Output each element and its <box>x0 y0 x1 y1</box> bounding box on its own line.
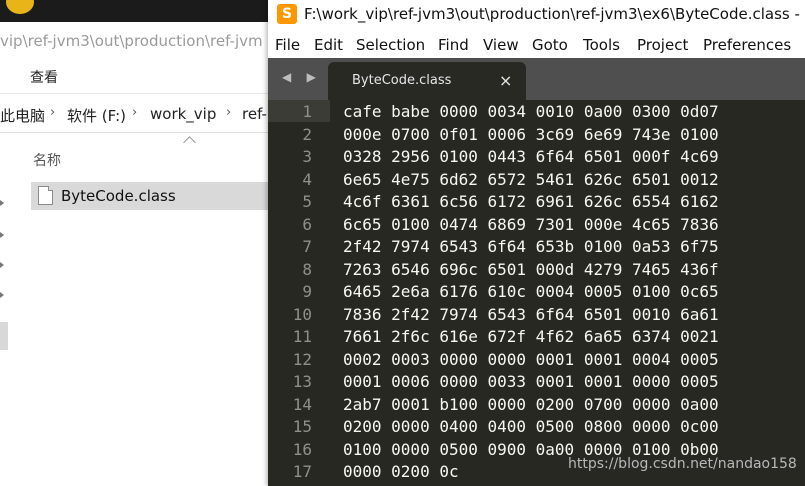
line-number: 16 <box>292 439 312 459</box>
close-icon[interactable]: × <box>499 71 512 90</box>
title-bar: S F:\work_vip\ref-jvm3\out\production\re… <box>268 0 805 30</box>
menu-view[interactable]: View <box>483 36 519 54</box>
line-number: 13 <box>292 372 312 391</box>
menu-tools[interactable]: Tools <box>583 36 620 54</box>
code-text[interactable]: 7263 6546 696c 6501 000d 4279 7465 436f <box>343 260 719 279</box>
code-line[interactable]: 4 6e65 4e75 6d62 6572 5461 626c 6501 0012 <box>268 170 805 193</box>
breadcrumb-drive[interactable]: 软件 (F:) <box>67 105 126 126</box>
line-number: 5 <box>302 192 312 211</box>
line-number: 17 <box>292 462 312 481</box>
tab-bar: ◀ ▶ ByteCode.class × <box>268 58 805 100</box>
file-name: ByteCode.class <box>61 187 176 205</box>
explorer-title: vip\ref-jvm3\out\production\ref-jvm <box>0 32 263 50</box>
line-number: 12 <box>292 349 312 369</box>
line-number: 1 <box>302 102 312 121</box>
line-number: 7 <box>302 237 312 256</box>
column-header-name[interactable]: 名称 <box>33 150 61 170</box>
code-text[interactable]: 0001 0006 0000 0033 0001 0001 0000 0005 <box>343 372 719 391</box>
code-text[interactable]: 6c65 0100 0474 6869 7301 000e 4c65 7836 <box>343 215 719 234</box>
line-number: 4 <box>302 169 312 189</box>
expand-arrow-icon[interactable] <box>0 200 4 206</box>
tab-bytecode-class[interactable]: ByteCode.class × <box>328 62 526 100</box>
code-line[interactable]: 9 6465 2e6a 6176 610c 0004 0005 0100 0c65 <box>268 282 805 305</box>
nav-pane <box>0 140 10 486</box>
code-text[interactable]: 000e 0700 0f01 0006 3c69 6e69 743e 0100 <box>343 125 719 144</box>
expand-arrow-icon[interactable] <box>0 232 4 238</box>
breadcrumb-this-pc[interactable]: 此电脑 <box>0 105 45 126</box>
explorer-ribbon: 查看 <box>0 59 270 94</box>
code-text[interactable]: 6e65 4e75 6d62 6572 5461 626c 6501 0012 <box>343 170 719 189</box>
tab-label: ByteCode.class <box>352 73 452 88</box>
taskbar-strip <box>0 0 270 22</box>
code-line[interactable]: 5 4c6f 6361 6c56 6172 6961 626c 6554 6162 <box>268 192 805 215</box>
code-editor[interactable]: 1 cafe babe 0000 0034 0010 0a00 0300 0d07… <box>268 100 805 486</box>
code-line[interactable]: 1 cafe babe 0000 0034 0010 0a00 0300 0d07 <box>268 102 805 125</box>
code-text[interactable]: cafe babe 0000 0034 0010 0a00 0300 0d07 <box>343 102 719 121</box>
list-item[interactable]: ByteCode.class <box>31 182 270 210</box>
line-number: 3 <box>302 147 312 166</box>
code-line[interactable]: 15 0200 0000 0400 0400 0500 0800 0000 0c0… <box>268 417 805 440</box>
code-line[interactable]: 14 2ab7 0001 b100 0000 0200 0700 0000 0a0… <box>268 395 805 418</box>
code-text[interactable]: 0000 0200 0c <box>343 462 459 481</box>
code-line[interactable]: 7 2f42 7974 6543 6f64 653b 0100 0a53 6f75 <box>268 237 805 260</box>
menu-goto[interactable]: Goto <box>532 36 568 54</box>
menu-preferences[interactable]: Preferences <box>703 36 791 54</box>
line-number: 6 <box>302 214 312 234</box>
line-number: 8 <box>302 259 312 279</box>
chevron-right-icon: › <box>226 105 232 120</box>
sort-up-icon <box>183 136 196 149</box>
menu-selection[interactable]: Selection <box>356 36 425 54</box>
line-number: 15 <box>292 417 312 436</box>
code-line[interactable]: 6 6c65 0100 0474 6869 7301 000e 4c65 7836 <box>268 215 805 238</box>
file-explorer-window: vip\ref-jvm3\out\production\ref-jvm 查看 此… <box>0 0 270 486</box>
menu-find[interactable]: Find <box>438 36 469 54</box>
expand-arrow-icon[interactable] <box>0 292 4 298</box>
watermark: https://blog.csdn.net/nandao158 <box>568 456 797 472</box>
code-line[interactable]: 2 000e 0700 0f01 0006 3c69 6e69 743e 0100 <box>268 125 805 148</box>
line-number: 10 <box>292 304 312 324</box>
code-line[interactable]: 3 0328 2956 0100 0443 6f64 6501 000f 4c69 <box>268 147 805 170</box>
ribbon-tab-view[interactable]: 查看 <box>30 67 58 87</box>
line-number: 14 <box>292 394 312 414</box>
code-text[interactable]: 0002 0003 0000 0000 0001 0001 0004 0005 <box>343 350 719 369</box>
nav-selection <box>0 322 8 350</box>
code-text[interactable]: 0328 2956 0100 0443 6f64 6501 000f 4c69 <box>343 147 719 166</box>
breadcrumb[interactable]: 此电脑 › 软件 (F:) › work_vip › ref- <box>0 98 270 133</box>
app-logo-icon <box>6 0 34 14</box>
code-text[interactable]: 7836 2f42 7974 6543 6f64 6501 0010 6a61 <box>343 305 719 324</box>
code-text[interactable]: 7661 2f6c 616e 672f 4f62 6a65 6374 0021 <box>343 327 719 346</box>
file-icon <box>38 186 53 205</box>
code-line[interactable]: 11 7661 2f6c 616e 672f 4f62 6a65 6374 002… <box>268 327 805 350</box>
menu-project[interactable]: Project <box>637 36 688 54</box>
line-number: 9 <box>302 282 312 301</box>
chevron-right-icon: › <box>132 105 138 120</box>
code-line[interactable]: 12 0002 0003 0000 0000 0001 0001 0004 000… <box>268 350 805 373</box>
menu-file[interactable]: File <box>275 36 300 54</box>
tab-nav-arrows-icon[interactable]: ◀ ▶ <box>282 70 322 84</box>
sublime-text-window: S F:\work_vip\ref-jvm3\out\production\re… <box>268 0 805 486</box>
sublime-logo-icon: S <box>277 4 297 24</box>
code-line[interactable]: 13 0001 0006 0000 0033 0001 0001 0000 000… <box>268 372 805 395</box>
code-text[interactable]: 2ab7 0001 b100 0000 0200 0700 0000 0a00 <box>343 395 719 414</box>
code-text[interactable]: 2f42 7974 6543 6f64 653b 0100 0a53 6f75 <box>343 237 719 256</box>
code-text[interactable]: 4c6f 6361 6c56 6172 6961 626c 6554 6162 <box>343 192 719 211</box>
breadcrumb-work-vip[interactable]: work_vip <box>150 105 216 123</box>
code-line[interactable]: 10 7836 2f42 7974 6543 6f64 6501 0010 6a6… <box>268 305 805 328</box>
breadcrumb-ref[interactable]: ref- <box>242 105 267 123</box>
code-text[interactable]: 0200 0000 0400 0400 0500 0800 0000 0c00 <box>343 417 719 436</box>
line-number: 2 <box>302 124 312 144</box>
window-title: F:\work_vip\ref-jvm3\out\production\ref-… <box>304 5 805 23</box>
code-line[interactable]: 8 7263 6546 696c 6501 000d 4279 7465 436f <box>268 260 805 283</box>
expand-arrow-icon[interactable] <box>0 262 4 268</box>
line-number: 11 <box>292 327 312 346</box>
chevron-right-icon: › <box>50 105 56 120</box>
menu-edit[interactable]: Edit <box>314 36 343 54</box>
menu-bar: File Edit Selection Find View Goto Tools… <box>268 30 805 58</box>
code-text[interactable]: 6465 2e6a 6176 610c 0004 0005 0100 0c65 <box>343 282 719 301</box>
